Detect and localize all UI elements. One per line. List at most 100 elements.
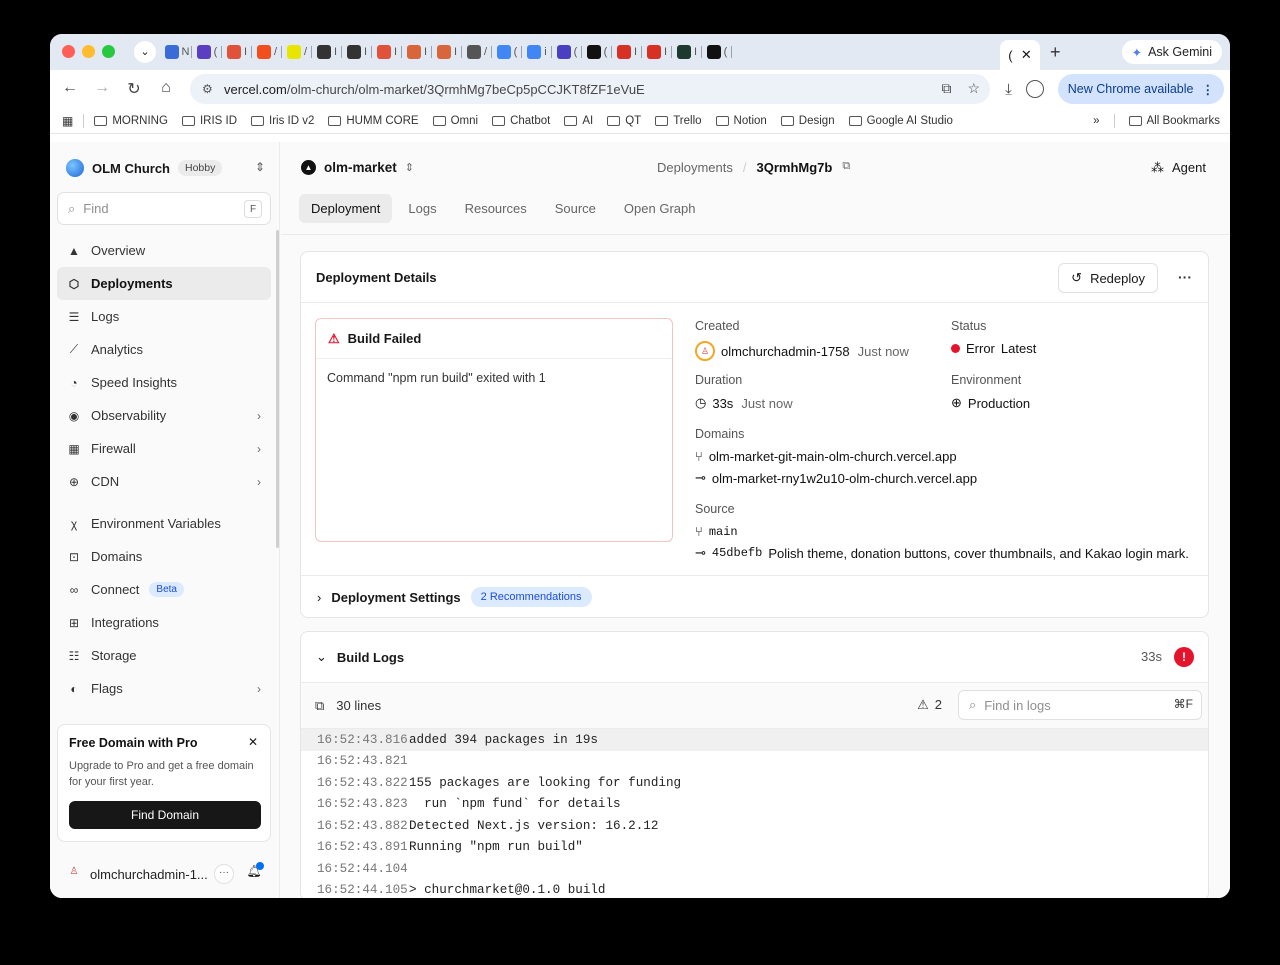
- find-domain-button[interactable]: Find Domain: [69, 801, 261, 829]
- browser-tab[interactable]: I: [672, 40, 702, 64]
- copy-logs-icon[interactable]: ⧉: [315, 698, 324, 714]
- redeploy-button[interactable]: ↺ Redeploy: [1058, 263, 1158, 293]
- home-icon[interactable]: ⌂: [156, 79, 176, 97]
- agent-button[interactable]: ⁂ Agent: [1151, 160, 1206, 176]
- browser-tab[interactable]: (: [552, 40, 582, 64]
- copy-icon[interactable]: ⧉: [842, 160, 850, 175]
- browser-tab[interactable]: /: [282, 40, 312, 64]
- sidebar-item-firewall[interactable]: ▦ Firewall ›: [57, 432, 271, 465]
- browser-tab[interactable]: (: [582, 40, 612, 64]
- sidebar-item-integrations[interactable]: ⊞ Integrations: [57, 606, 271, 639]
- tab-deployment[interactable]: Deployment: [299, 194, 393, 223]
- bookmark-item[interactable]: Chatbot: [492, 115, 550, 127]
- browser-tab[interactable]: i: [522, 40, 552, 64]
- bookmark-item[interactable]: HUMM CORE: [328, 115, 419, 127]
- browser-tab[interactable]: I: [372, 40, 402, 64]
- more-icon[interactable]: ···: [214, 864, 234, 884]
- bookmark-item[interactable]: MORNING: [94, 115, 168, 127]
- active-tab[interactable]: ( ✕: [1000, 40, 1040, 70]
- warnings-filter[interactable]: ⚠ 2: [917, 697, 942, 713]
- close-tab-icon[interactable]: ✕: [1021, 47, 1032, 63]
- browser-tab[interactable]: I: [432, 40, 462, 64]
- browser-tab[interactable]: /: [462, 40, 492, 64]
- chevron-up-down-icon[interactable]: ⇕: [255, 160, 265, 174]
- url-text[interactable]: vercel.com/olm-church/olm-market/3QrmhMg…: [224, 82, 645, 97]
- browser-tab[interactable]: I: [222, 40, 252, 64]
- download-icon[interactable]: ⤓: [1005, 81, 1012, 98]
- profile-avatar-icon[interactable]: [1025, 80, 1044, 98]
- bookmark-item[interactable]: Omni: [432, 115, 478, 127]
- created-user[interactable]: olmchurchadmin-1758: [721, 344, 850, 359]
- more-bookmarks-button[interactable]: »: [1093, 115, 1099, 127]
- tab-logs[interactable]: Logs: [396, 194, 448, 223]
- bell-icon[interactable]: 🔔︎: [244, 862, 264, 884]
- bookmark-item[interactable]: Google AI Studio: [848, 115, 953, 127]
- browser-tab[interactable]: (: [492, 40, 522, 64]
- domain-link[interactable]: ⊸ olm-market-rny1w2u10-olm-church.vercel…: [695, 470, 977, 486]
- sidebar-item-analytics[interactable]: ⟋ Analytics: [57, 333, 271, 366]
- deployment-settings-toggle[interactable]: › Deployment Settings 2 Recommendations: [301, 575, 1208, 618]
- browser-tab[interactable]: (: [192, 40, 222, 64]
- browser-tab[interactable]: /: [252, 40, 282, 64]
- domain-link[interactable]: ⑂ olm-market-git-main-olm-church.vercel.…: [695, 449, 977, 464]
- bookmark-item[interactable]: QT: [607, 115, 641, 127]
- sidebar-item-storage[interactable]: ☷ Storage: [57, 639, 271, 672]
- install-app-icon[interactable]: ⧉: [941, 80, 951, 97]
- ask-gemini-button[interactable]: ✦ Ask Gemini: [1121, 40, 1222, 64]
- address-bar[interactable]: ⚙ vercel.com/olm-church/olm-market/3Qrmh…: [190, 74, 990, 104]
- site-settings-icon[interactable]: ⚙: [202, 82, 222, 96]
- back-arrow-icon[interactable]: ←: [60, 79, 80, 97]
- sidebar-item-flags[interactable]: ◐ Flags ›: [57, 672, 271, 705]
- find-in-logs-input[interactable]: ⌕ Find in logs ⌘F: [958, 690, 1202, 720]
- kebab-menu-icon[interactable]: ⋮: [1202, 82, 1215, 97]
- bookmark-item[interactable]: Design: [780, 115, 835, 127]
- browser-tab[interactable]: I: [612, 40, 642, 64]
- minimize-window-button[interactable]: [82, 45, 95, 58]
- tab-search-chevron-icon[interactable]: ⌄: [134, 41, 156, 63]
- browser-tab[interactable]: I: [312, 40, 342, 64]
- bookmark-item[interactable]: IRIS ID: [181, 115, 237, 127]
- browser-tab[interactable]: N: [162, 40, 192, 64]
- tab-open-graph[interactable]: Open Graph: [612, 194, 708, 223]
- sidebar-scrollbar[interactable]: [276, 230, 279, 548]
- sidebar-item-connect[interactable]: ∞ Connect Beta: [57, 573, 271, 606]
- bookmark-item[interactable]: Iris ID v2: [251, 115, 314, 127]
- all-bookmarks-button[interactable]: All Bookmarks: [1128, 115, 1220, 127]
- bookmark-item[interactable]: Notion: [715, 115, 767, 127]
- find-input[interactable]: ⌕ Find F: [57, 192, 271, 225]
- commit-link[interactable]: ⊸ 45dbefb Polish theme, donation buttons…: [695, 545, 1189, 561]
- browser-tab[interactable]: (: [702, 40, 732, 64]
- creator-avatar[interactable]: ♙: [695, 341, 715, 361]
- sidebar-item-logs[interactable]: ☰ Logs: [57, 300, 271, 333]
- breadcrumb-deployments[interactable]: Deployments: [657, 160, 733, 175]
- close-icon[interactable]: ✕: [248, 735, 258, 749]
- browser-tab[interactable]: I: [342, 40, 372, 64]
- tab-resources[interactable]: Resources: [453, 194, 539, 223]
- zoom-window-button[interactable]: [102, 45, 115, 58]
- sidebar-item-observability[interactable]: ◉ Observability ›: [57, 399, 271, 432]
- sidebar-item-deployments[interactable]: ⬡ Deployments: [57, 267, 271, 300]
- new-tab-button[interactable]: +: [1050, 42, 1061, 63]
- sidebar-item-cdn[interactable]: ⊕ CDN ›: [57, 465, 271, 498]
- sidebar-item-domains[interactable]: ⊡ Domains: [57, 540, 271, 573]
- recommendations-badge[interactable]: 2 Recommendations: [470, 587, 592, 607]
- apps-grid-icon[interactable]: ▦: [62, 114, 73, 128]
- reload-icon[interactable]: ↻: [124, 79, 144, 99]
- build-logs-header[interactable]: ⌄ Build Logs: [301, 632, 1208, 682]
- team-switcher[interactable]: OLM Church Hobby: [66, 159, 223, 177]
- bookmark-item[interactable]: Trello: [655, 115, 702, 127]
- sidebar-item-overview[interactable]: ▲ Overview: [57, 234, 271, 267]
- sidebar-item-environment-variables[interactable]: χ Environment Variables: [57, 507, 271, 540]
- forward-arrow-icon[interactable]: →: [92, 79, 112, 97]
- browser-tab[interactable]: I: [642, 40, 672, 64]
- tab-source[interactable]: Source: [543, 194, 608, 223]
- bookmark-star-icon[interactable]: ☆: [967, 80, 980, 97]
- more-options-icon[interactable]: ···: [1178, 269, 1192, 285]
- bookmark-item[interactable]: AI: [564, 115, 593, 127]
- browser-tab[interactable]: I: [402, 40, 432, 64]
- branch-link[interactable]: ⑂ main: [695, 524, 1189, 539]
- close-window-button[interactable]: [62, 45, 75, 58]
- sidebar-item-speed-insights[interactable]: ◔ Speed Insights: [57, 366, 271, 399]
- project-switcher[interactable]: ▲ olm-market ⇕: [301, 160, 414, 175]
- new-chrome-available-button[interactable]: New Chrome available ⋮: [1057, 74, 1224, 104]
